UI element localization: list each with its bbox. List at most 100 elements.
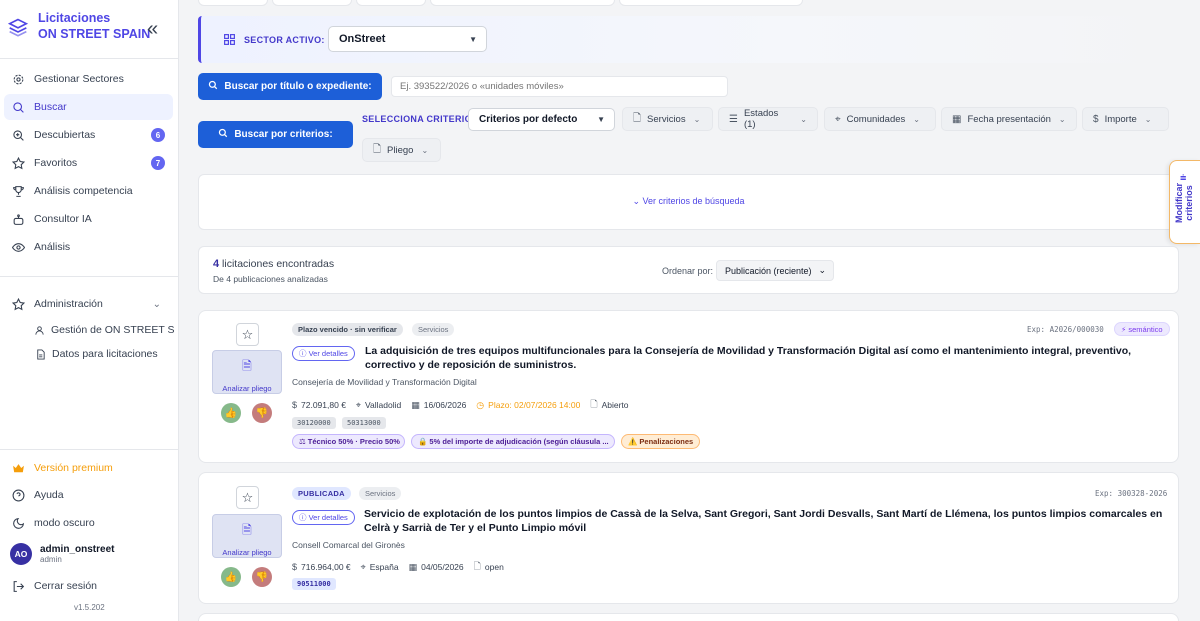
criteria-select-value: Criterios por defecto — [479, 114, 578, 125]
filter-pliego[interactable]: 🗋 Pliego ⌄ — [362, 138, 441, 162]
search-by-criteria-button[interactable]: Buscar por criterios: — [198, 121, 353, 148]
robot-icon — [11, 212, 26, 227]
details-button[interactable]: ⓘ Ver detalles — [292, 346, 355, 361]
clock-icon: ◷ — [476, 399, 485, 410]
avatar: AO — [10, 543, 32, 565]
divider — [0, 58, 179, 59]
thumbs-up-icon[interactable]: 👍 — [221, 403, 241, 423]
filter-label: Fecha presentación — [967, 113, 1051, 125]
tender-title[interactable]: Servicio de explotación de los puntos li… — [364, 508, 1164, 535]
top-tab[interactable] — [619, 0, 803, 6]
search-input[interactable] — [391, 76, 728, 97]
info-icon: ⓘ — [299, 349, 309, 358]
sub-item-label: Datos para licitaciones — [52, 348, 158, 360]
top-tab[interactable] — [356, 0, 426, 6]
location-pin-icon: ⌖ — [835, 113, 841, 125]
analyze-pliego-button[interactable]: 🗎 Analizar pliego — [212, 514, 282, 558]
organization: Consell Comarcal del Gironès — [292, 540, 405, 550]
location: España — [369, 562, 399, 572]
tender-card: ☆ 🗎 Analizar pliego 👍 👎 PUBLICADA Servic… — [198, 472, 1179, 604]
search-by-criteria-label: Buscar por criterios: — [234, 129, 333, 140]
nav-item-gestionar-sectores[interactable]: Gestionar Sectores — [4, 66, 173, 92]
nav-item-consultor-ia[interactable]: Consultor IA — [4, 206, 173, 232]
chevron-down-icon: ⌄ — [818, 265, 826, 275]
collapse-sidebar-icon[interactable]: « — [147, 18, 158, 41]
order-label: Ordenar por: — [662, 266, 714, 276]
amount: 716.964,00 € — [301, 562, 351, 572]
filter-label: Importe — [1104, 113, 1137, 125]
criteria-panel: ⌄ Ver criterios de búsqueda — [198, 174, 1179, 230]
analyze-label: Analizar pliego — [222, 384, 272, 393]
user-profile[interactable]: AO admin_onstreet admin — [10, 543, 114, 565]
chevron-down-icon: ⌄ — [632, 196, 643, 206]
sector-select[interactable]: OnStreet ▼ — [328, 26, 487, 52]
tender-card — [198, 613, 1179, 621]
nav-item-analisis-competencia[interactable]: Análisis competencia — [4, 178, 173, 204]
sector-label: SECTOR ACTIVO: — [244, 35, 325, 45]
search-by-title-button[interactable]: Buscar por título o expediente: — [198, 73, 382, 100]
status-badge: PUBLICADA — [292, 487, 351, 500]
logout-icon — [11, 579, 26, 594]
location: Valladolid — [365, 400, 402, 410]
filter-estados[interactable]: ☰ Estados (1) ⌄ — [718, 107, 818, 131]
search-icon — [11, 100, 26, 115]
criteria-select[interactable]: Criterios por defecto ▼ — [468, 108, 615, 131]
chevron-down-icon: ⌄ — [693, 114, 701, 124]
favorite-star-icon[interactable]: ☆ — [236, 486, 259, 509]
nav-item-label: Análisis — [34, 241, 71, 253]
filter-servicios[interactable]: 🗋 Servicios ⌄ — [622, 107, 713, 131]
nav-item-buscar[interactable]: Buscar — [4, 94, 173, 120]
sub-item-gestion[interactable]: Gestión de ON STREET SPAIN — [34, 324, 174, 336]
nav-item-favoritos[interactable]: Favoritos 7 — [4, 150, 173, 176]
cpv-code: 30120000 — [292, 417, 336, 429]
nav-item-label: Administración — [34, 298, 103, 310]
nav-item-analisis[interactable]: Análisis — [4, 234, 173, 260]
tender-meta: $72.091,80 € ⌖ Valladolid ▦ 16/06/2026 ◷ Pl… — [292, 397, 639, 413]
star-icon — [11, 156, 26, 171]
sub-item-datos[interactable]: Datos para licitaciones — [34, 348, 174, 360]
see-criteria-label: Ver criterios de búsqueda — [642, 196, 745, 206]
help-link[interactable]: Ayuda — [4, 482, 173, 508]
logout-link[interactable]: Cerrar sesión — [4, 573, 173, 599]
criteria-pill: ⚖ Técnico 50% · Precio 50% — [292, 434, 405, 449]
results-count: 4 licitaciones encontradas — [213, 258, 334, 270]
logout-label: Cerrar sesión — [34, 580, 98, 592]
analyze-pliego-button[interactable]: 🗎 Analizar pliego — [212, 350, 282, 394]
top-tab[interactable] — [198, 0, 268, 6]
layers-icon — [8, 18, 28, 37]
publication-date: 16/06/2026 — [423, 400, 467, 410]
filter-comunidades[interactable]: ⌖ Comunidades ⌄ — [824, 107, 936, 131]
modify-criteria-label: Modificar criterios — [1174, 183, 1194, 224]
order-select[interactable]: Publicación (reciente) ⌄ — [716, 260, 834, 281]
thumbs-down-icon[interactable]: 👎 — [252, 567, 272, 587]
premium-link[interactable]: Versión premium — [4, 455, 173, 481]
see-criteria-link[interactable]: ⌄ Ver criterios de búsqueda — [199, 196, 1178, 207]
details-button[interactable]: ⓘ Ver detalles — [292, 510, 355, 525]
document-icon: 🗎 — [242, 359, 252, 373]
expedient-number: Exp: 300328-2026 — [1095, 489, 1168, 498]
tender-title[interactable]: La adquisición de tres equipos multifunc… — [365, 345, 1165, 372]
filter-label: Comunidades — [846, 113, 906, 125]
top-tab[interactable] — [272, 0, 352, 6]
filter-label: Pliego — [387, 144, 414, 156]
filter-fecha[interactable]: ▦ Fecha presentación ⌄ — [941, 107, 1077, 131]
details-label: Ver detalles — [308, 349, 348, 358]
nav-item-administracion[interactable]: Administración ⌄ — [4, 291, 173, 317]
nav-item-label: Consultor IA — [34, 213, 92, 225]
favorite-star-icon[interactable]: ☆ — [236, 323, 259, 346]
nav-item-descubiertas[interactable]: Descubiertas 6 — [4, 122, 173, 148]
filter-importe[interactable]: $ Importe ⌄ — [1082, 107, 1169, 131]
status-badge: Plazo vencido · sin verificar — [292, 323, 403, 336]
info-icon: ⓘ — [299, 513, 309, 522]
thumbs-down-icon[interactable]: 👎 — [252, 403, 272, 423]
top-tab[interactable] — [430, 0, 615, 6]
results-summary: 4 licitaciones encontradas De 4 publicac… — [198, 246, 1179, 294]
modify-criteria-tab[interactable]: ⩧ Modificar criterios — [1169, 160, 1200, 244]
dollar-icon: $ — [1093, 113, 1099, 125]
calendar-icon: ▦ — [952, 113, 962, 125]
dark-mode-toggle[interactable]: modo oscuro — [4, 510, 173, 536]
amount: 72.091,80 € — [301, 400, 346, 410]
chevron-down-icon: ⌄ — [913, 114, 920, 124]
thumbs-up-icon[interactable]: 👍 — [221, 567, 241, 587]
cpv-code: 90511000 — [292, 578, 336, 590]
